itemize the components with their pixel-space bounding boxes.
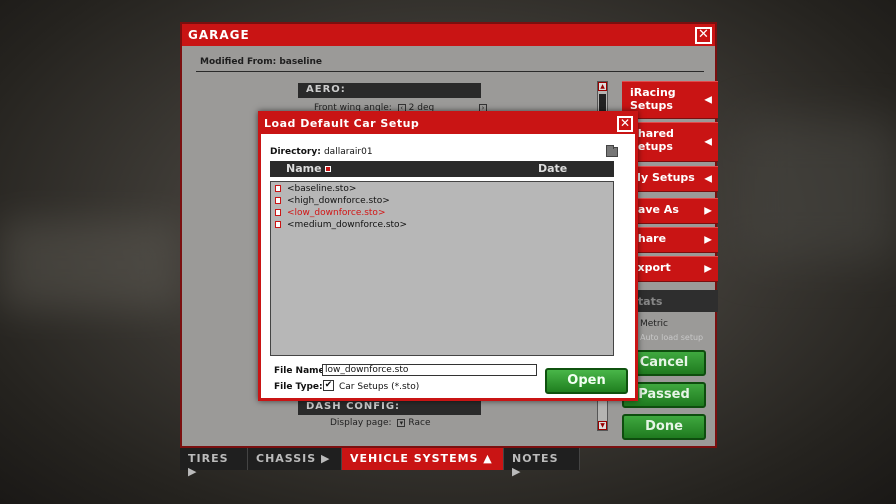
display-page-label: Display page: — [330, 418, 392, 428]
tab-chassis-label: CHASSIS — [256, 452, 317, 465]
chevron-left-icon: ◀ — [704, 94, 712, 106]
list-item[interactable]: <medium_downforce.sto> — [275, 220, 407, 230]
iracing-setups-label: iRacing Setups — [630, 86, 676, 112]
scroll-down-icon[interactable]: ▼ — [598, 421, 607, 430]
metric-option[interactable]: Metric — [640, 319, 668, 329]
chevron-up-icon: ▲ — [483, 452, 493, 465]
chevron-right-icon: ▶ — [704, 234, 712, 246]
column-name-label: Name — [286, 162, 322, 175]
file-icon — [275, 185, 281, 192]
dialog-close-button[interactable]: ✕ — [617, 116, 633, 132]
garage-title: GARAGE — [182, 24, 715, 46]
file-item-label: <medium_downforce.sto> — [287, 220, 408, 230]
file-name-input[interactable]: low_downforce.sto — [322, 364, 537, 376]
chevron-right-icon: ▶ — [704, 205, 712, 217]
file-icon — [275, 197, 281, 204]
open-button[interactable]: Open — [545, 368, 628, 394]
file-list-header: Name Date — [270, 161, 614, 177]
tab-vehicle-systems[interactable]: VEHICLE SYSTEMS ▲ — [342, 448, 504, 470]
file-item-label: <baseline.sto> — [287, 184, 357, 194]
file-item-label: <low_downforce.sto> — [287, 208, 386, 218]
list-item[interactable]: <high_downforce.sto> — [275, 196, 390, 206]
my-setups-label: My Setups — [630, 171, 695, 184]
scroll-up-icon[interactable]: ▲ — [598, 82, 607, 91]
file-type-value: Car Setups (*.sto) — [339, 382, 420, 392]
chevron-right-icon: ▶ — [512, 465, 522, 478]
chevron-left-icon: ◀ — [704, 136, 712, 148]
dash-config-header: DASH CONFIG: — [298, 400, 481, 415]
tab-notes-label: NOTES — [512, 452, 559, 465]
tab-chassis[interactable]: CHASSIS ▶ — [248, 448, 342, 470]
display-page-value: Race — [408, 418, 431, 428]
modified-from-label: Modified From: baseline — [200, 57, 322, 67]
background-blur-right — [740, 120, 896, 260]
list-item[interactable]: <baseline.sto> — [275, 184, 356, 194]
file-name-label: File Name: — [274, 366, 329, 376]
directory-label: Directory: dallarair01 — [270, 147, 373, 157]
chevron-right-icon: ▶ — [704, 263, 712, 275]
chevron-right-icon: ▶ — [188, 465, 198, 478]
tab-tires-label: TIRES — [188, 452, 229, 465]
file-item-label: <high_downforce.sto> — [287, 196, 390, 206]
checkmark-icon: ✔ — [324, 380, 333, 390]
garage-close-button[interactable]: ✕ — [695, 27, 712, 44]
auto-load-option[interactable]: Auto load setup — [640, 333, 703, 342]
aero-section-header: AERO: — [298, 83, 481, 98]
column-date[interactable]: Date — [538, 162, 567, 175]
chevron-right-icon: ▶ — [321, 452, 331, 465]
file-icon — [275, 209, 281, 216]
display-page-row: Display page: ▾ Race — [330, 418, 430, 428]
file-list[interactable]: <baseline.sto> <high_downforce.sto> <low… — [270, 181, 614, 356]
dialog-title: Load Default Car Setup — [261, 114, 635, 134]
sort-icon — [324, 166, 331, 172]
chevron-left-icon: ◀ — [704, 173, 712, 185]
divider — [196, 71, 704, 72]
display-page-dropdown-icon[interactable]: ▾ — [397, 418, 406, 427]
directory-label-text: Directory: — [270, 147, 321, 157]
list-item-selected[interactable]: <low_downforce.sto> — [275, 208, 385, 218]
file-type-label: File Type: — [274, 382, 323, 392]
file-type-checkbox[interactable]: ✔ — [323, 380, 334, 391]
tab-vehicle-systems-label: VEHICLE SYSTEMS — [350, 452, 479, 465]
folder-icon[interactable] — [606, 145, 618, 157]
tab-tires[interactable]: TIRES ▶ — [180, 448, 248, 478]
background-blur-left — [0, 220, 180, 310]
close-icon: ✕ — [698, 27, 709, 42]
tab-notes[interactable]: NOTES ▶ — [504, 448, 580, 478]
file-icon — [275, 221, 281, 228]
directory-value: dallarair01 — [323, 147, 373, 157]
load-setup-dialog: Load Default Car Setup ✕ Directory: dall… — [258, 111, 638, 401]
done-button[interactable]: Done — [622, 414, 706, 440]
close-icon: ✕ — [619, 116, 631, 130]
column-name[interactable]: Name — [286, 162, 331, 175]
